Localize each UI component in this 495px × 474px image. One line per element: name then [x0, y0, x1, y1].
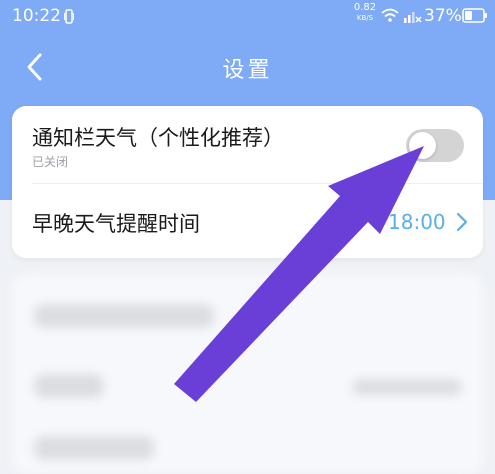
notification-weather-title: 通知栏天气（个性化推荐）	[32, 126, 284, 150]
nav-bar: 设置	[0, 42, 495, 94]
notification-weather-row[interactable]: 通知栏天气（个性化推荐） 已关闭	[12, 106, 483, 183]
battery-percent: 37%	[424, 6, 462, 26]
vibrate-icon	[64, 9, 74, 24]
network-speed-unit: KB/S	[356, 14, 374, 22]
wifi-icon	[381, 8, 399, 22]
toggle-knob	[409, 132, 436, 159]
network-speed: 0.82 KB/S	[352, 3, 378, 23]
reminder-time-title: 早晚天气提醒时间	[32, 212, 200, 236]
signal-x-icon	[404, 12, 422, 23]
blurred-row	[34, 436, 154, 460]
status-bar: 10:22 0.82 KB/S 37%	[0, 0, 495, 34]
blurred-row	[34, 304, 214, 328]
chevron-right-icon	[456, 212, 468, 232]
page-title: 设置	[222, 58, 273, 83]
blurred-settings-section	[12, 274, 483, 474]
settings-card: 通知栏天气（个性化推荐） 已关闭 早晚天气提醒时间 18:00	[12, 106, 483, 258]
status-time: 10:22	[12, 6, 61, 26]
blurred-row	[34, 374, 104, 398]
reminder-time-value: 18:00	[388, 210, 446, 234]
blurred-row	[352, 379, 462, 395]
battery-icon	[462, 8, 487, 23]
notification-weather-status: 已关闭	[32, 155, 69, 169]
reminder-time-row[interactable]: 早晚天气提醒时间 18:00	[12, 184, 483, 258]
network-speed-value: 0.82	[353, 2, 377, 13]
notification-weather-toggle[interactable]	[406, 129, 464, 162]
